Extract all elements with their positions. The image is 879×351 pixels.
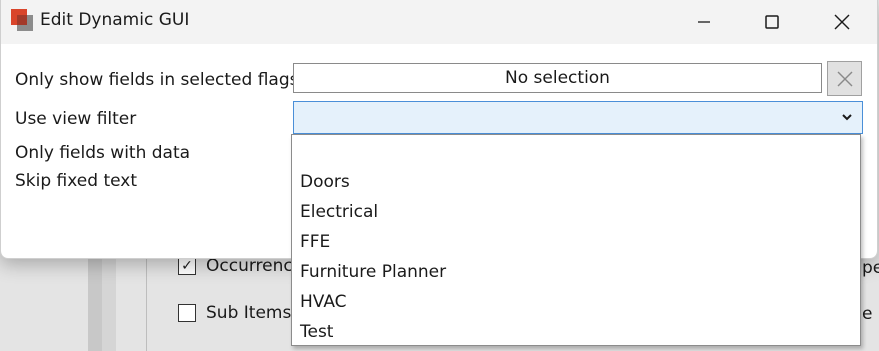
close-icon	[834, 14, 850, 30]
occurrence-option[interactable]: ✓ Occurrence	[178, 256, 303, 276]
close-button[interactable]	[819, 0, 865, 44]
dropdown-option-furniture-planner[interactable]: Furniture Planner	[292, 257, 860, 287]
background-panel-edge	[102, 255, 116, 351]
minimize-icon	[698, 21, 710, 23]
clear-flags-button[interactable]	[827, 61, 862, 96]
app-logo-icon	[11, 9, 33, 31]
title-bar[interactable]: Edit Dynamic GUI	[1, 0, 877, 44]
background-text-fragment: e	[862, 304, 873, 324]
dropdown-option-hvac[interactable]: HVAC	[292, 287, 860, 317]
sub-items-label: Sub Items	[206, 303, 292, 323]
dropdown-option-electrical[interactable]: Electrical	[292, 197, 860, 227]
minimize-button[interactable]	[681, 0, 727, 44]
background-text-fragment: pe	[862, 258, 879, 278]
window-title: Edit Dynamic GUI	[40, 10, 190, 30]
view-filter-dropdown: Doors Electrical FFE Furniture Planner H…	[291, 134, 861, 346]
dropdown-option-doors[interactable]: Doors	[292, 167, 860, 197]
maximize-button[interactable]	[749, 0, 795, 44]
flags-label: Only show fields in selected flags	[15, 70, 299, 90]
clear-icon	[837, 71, 852, 86]
dropdown-option-test[interactable]: Test	[292, 317, 860, 347]
chevron-down-icon[interactable]	[840, 110, 854, 124]
dropdown-option-ffe[interactable]: FFE	[292, 227, 860, 257]
flags-field[interactable]: No selection	[293, 63, 822, 93]
background-splitter	[88, 255, 102, 351]
maximize-icon	[765, 15, 779, 29]
sub-items-option[interactable]: Sub Items	[178, 303, 291, 323]
flags-value: No selection	[505, 68, 610, 88]
only-data-label: Only fields with data	[15, 143, 191, 163]
dropdown-option-blank[interactable]	[292, 137, 860, 167]
skip-fixed-label: Skip fixed text	[15, 171, 138, 191]
occurrence-checkbox[interactable]: ✓	[178, 257, 196, 275]
view-filter-label: Use view filter	[15, 109, 137, 129]
view-filter-combobox[interactable]	[293, 101, 863, 134]
occurrence-label: Occurrence	[206, 256, 304, 276]
sub-items-checkbox[interactable]	[178, 304, 196, 322]
background-divider	[146, 255, 147, 351]
